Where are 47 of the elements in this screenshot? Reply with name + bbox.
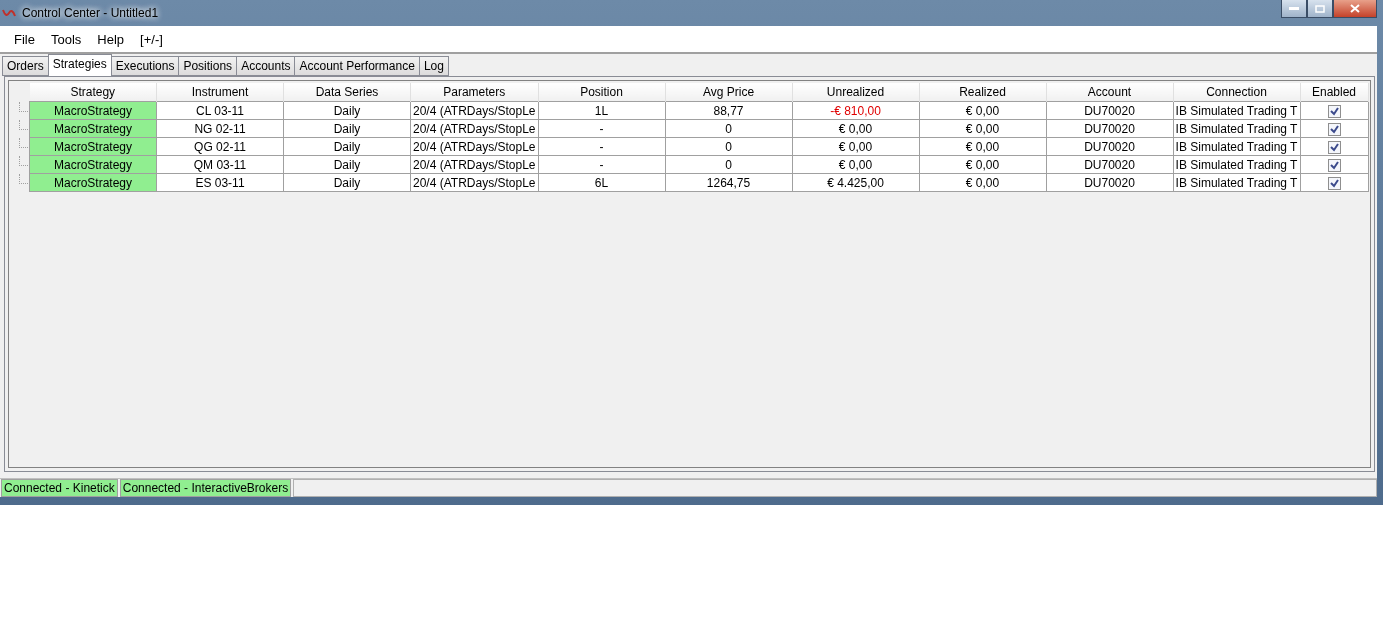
status-panel: Connected - InteractiveBrokers: [119, 479, 292, 497]
column-header[interactable]: Unrealized: [792, 83, 919, 102]
close-button[interactable]: [1333, 0, 1377, 18]
column-header[interactable]: Strategy: [29, 83, 157, 102]
column-header[interactable]: Enabled: [1300, 83, 1368, 102]
table-cell: IB Simulated Trading T: [1173, 101, 1300, 120]
close-icon: [1350, 4, 1360, 13]
column-header[interactable]: Realized: [919, 83, 1046, 102]
tab[interactable]: Account Performance: [294, 56, 420, 76]
table-cell: 20/4 (ATRDays/StopLe: [410, 101, 538, 120]
menu-item[interactable]: [+/-]: [132, 31, 171, 47]
table-cell: -€ 810,00: [792, 101, 919, 120]
tab[interactable]: Positions: [178, 56, 238, 76]
tab[interactable]: Executions: [110, 56, 180, 76]
column-header[interactable]: Position: [538, 83, 665, 102]
menu-item[interactable]: File: [6, 31, 43, 47]
minimize-button[interactable]: [1281, 0, 1307, 18]
enabled-checkbox[interactable]: [1327, 122, 1341, 136]
table-cell: DU70020: [1046, 101, 1173, 120]
column-header[interactable]: Instrument: [156, 83, 284, 102]
enabled-checkbox[interactable]: [1327, 104, 1341, 118]
minimize-icon: [1289, 7, 1299, 10]
tab[interactable]: Log: [418, 56, 449, 76]
window-title: Control Center - Untitled1: [22, 6, 159, 20]
column-header[interactable]: Parameters: [410, 83, 538, 102]
column-header[interactable]: Avg Price: [665, 83, 792, 102]
menu-item[interactable]: Help: [89, 31, 133, 47]
column-header[interactable]: Connection: [1173, 83, 1300, 102]
logo-icon: [2, 8, 16, 18]
table-cell: CL 03-11: [156, 101, 284, 120]
tab[interactable]: Strategies: [47, 54, 112, 76]
enabled-checkbox[interactable]: [1327, 158, 1341, 172]
table-cell: € 0,00: [919, 101, 1046, 120]
maximize-button[interactable]: [1307, 0, 1333, 18]
enabled-checkbox[interactable]: [1327, 140, 1341, 154]
tab[interactable]: Accounts: [236, 56, 296, 76]
table-cell: 88,77: [665, 101, 792, 120]
column-header[interactable]: Data Series: [283, 83, 411, 102]
enabled-checkbox[interactable]: [1327, 176, 1341, 190]
table-cell: Daily: [283, 101, 411, 120]
status-panel: Connected - Kinetick: [1, 479, 118, 497]
maximize-icon: [1315, 4, 1325, 13]
menu-item[interactable]: Tools: [42, 31, 90, 47]
table-cell: MacroStrategy: [29, 101, 157, 120]
column-header[interactable]: Account: [1046, 83, 1173, 102]
table-cell: 1L: [538, 101, 665, 120]
tab[interactable]: Orders: [2, 56, 49, 76]
